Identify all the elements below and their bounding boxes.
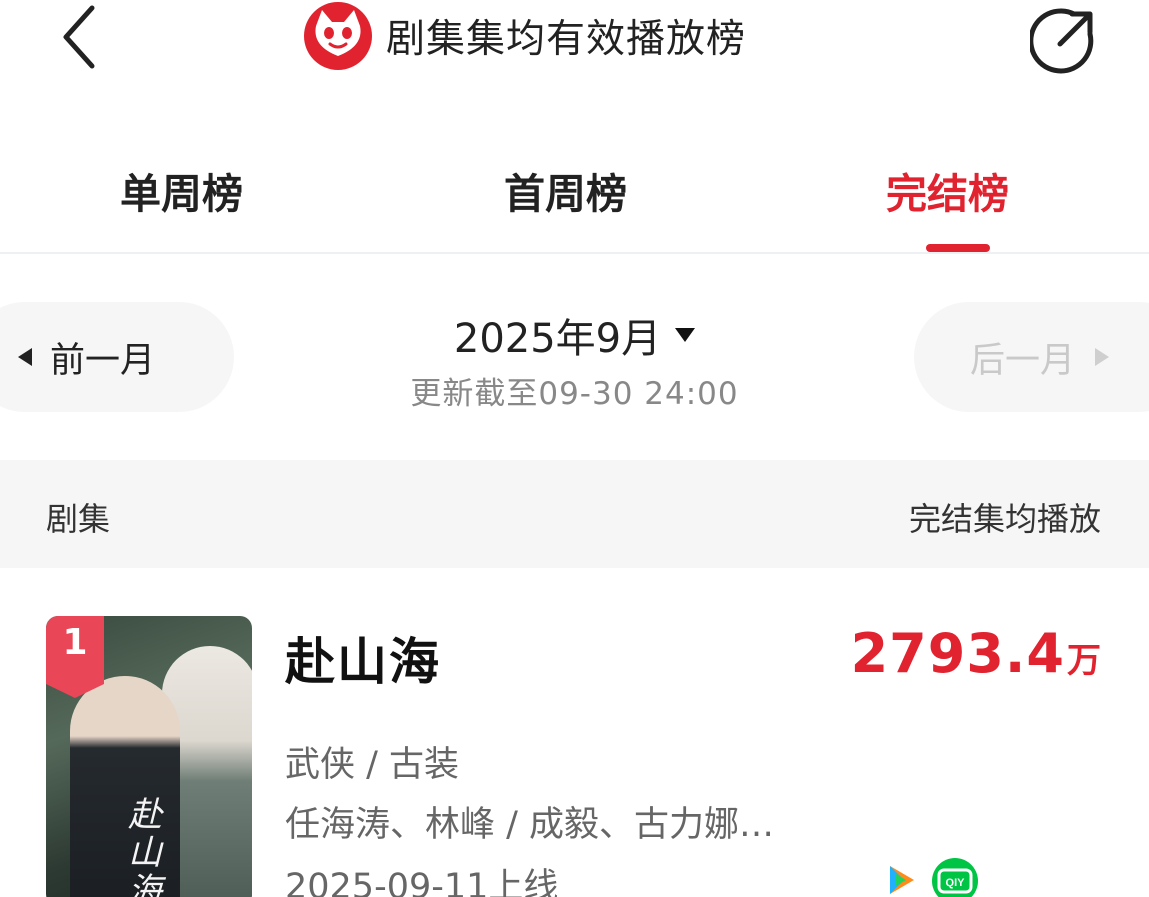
triangle-right-icon — [1095, 348, 1110, 366]
share-arrow-icon — [1030, 8, 1094, 74]
show-cast: 任海涛、林峰 / 成毅、古力娜… — [285, 805, 775, 845]
month-selector[interactable]: 2025年9月 — [453, 306, 696, 364]
active-tab-indicator — [926, 244, 990, 252]
tencent-video-icon — [878, 858, 922, 897]
table-row[interactable]: 赴山海 1 赴山海 武侠 / 古装 任海涛、林峰 / 成毅、古力娜… 2025-… — [0, 600, 1149, 897]
chevron-left-icon — [63, 5, 95, 69]
show-title[interactable]: 赴山海 — [285, 622, 441, 694]
play-unit: 万 — [1067, 641, 1101, 681]
table-header: 剧集 完结集均播放 — [0, 460, 1149, 568]
poster-title-text: 赴山海 — [128, 795, 162, 897]
show-genre: 武侠 / 古装 — [285, 745, 460, 785]
caret-down-icon — [675, 328, 696, 342]
top-bar: 剧集集均有效播放榜 — [0, 0, 1149, 80]
current-month: 2025年9月 — [453, 316, 662, 362]
tab-finale[interactable]: 完结榜 — [886, 160, 1009, 220]
play-number: 2793.4 — [850, 622, 1065, 685]
page-title: 剧集集均有效播放榜 — [386, 17, 747, 62]
share-button[interactable] — [1028, 4, 1100, 76]
ranking-tabs: 单周榜 首周榜 完结榜 — [0, 140, 1149, 254]
svg-text:QIY: QIY — [946, 877, 966, 889]
cat-logo-icon — [304, 2, 372, 70]
avg-play-value: 2793.4 万 — [851, 622, 1101, 685]
column-header-series: 剧集 — [46, 500, 111, 538]
title-group: 剧集集均有效播放榜 — [302, 2, 747, 70]
column-header-avg-play: 完结集均播放 — [908, 500, 1101, 538]
tab-first-week[interactable]: 首周榜 — [504, 160, 627, 220]
next-month-label: 后一月 — [970, 340, 1076, 381]
release-date: 2025-09-11上线 — [285, 867, 559, 897]
next-month-button[interactable]: 后一月 — [914, 302, 1149, 412]
tab-weekly[interactable]: 单周榜 — [120, 160, 243, 220]
back-button[interactable] — [48, 2, 108, 72]
show-poster[interactable]: 赴山海 1 — [46, 616, 252, 897]
rank-badge: 1 — [46, 616, 104, 698]
rank-number: 1 — [62, 622, 88, 663]
iqiyi-icon: QIY — [932, 858, 978, 897]
